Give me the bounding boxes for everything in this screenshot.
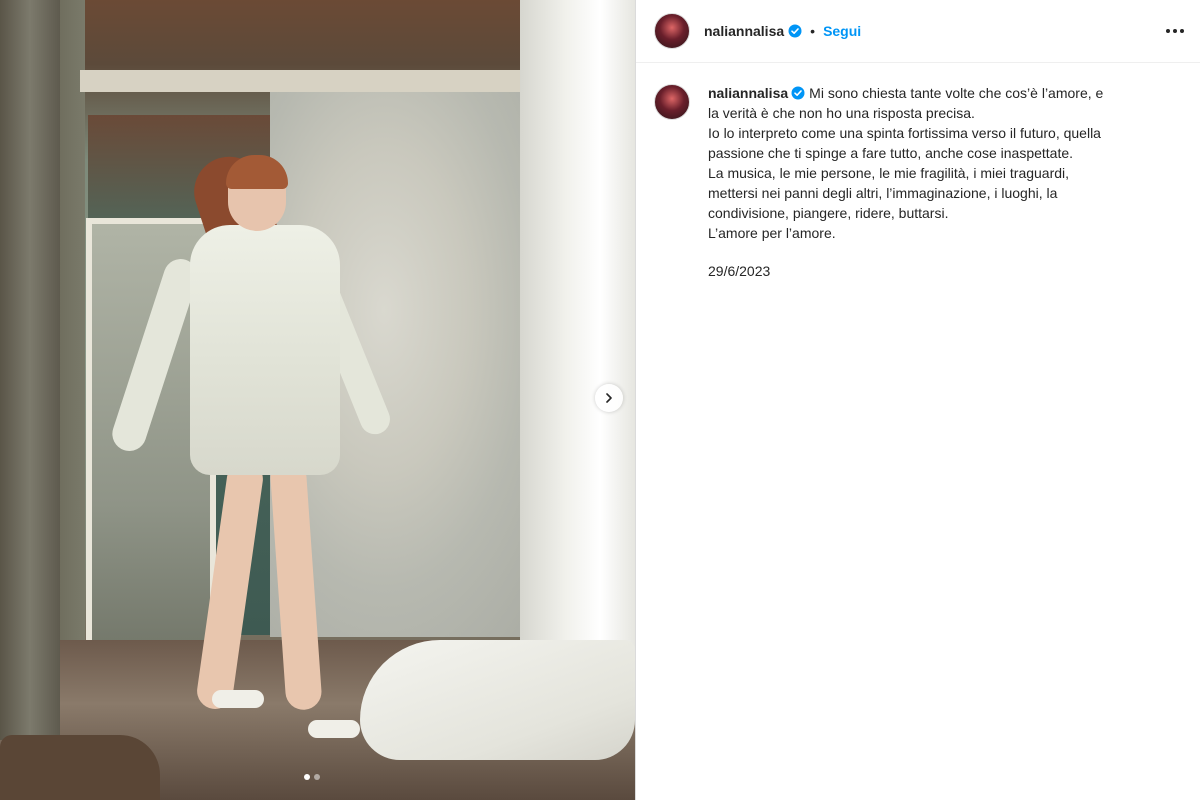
chevron-right-icon <box>606 393 612 403</box>
post-header: naliannalisa • Segui <box>636 0 1200 63</box>
post-viewer: naliannalisa • Segui naliannalisa Mi sono… <box>0 0 1200 800</box>
photo-curtain-left <box>0 0 60 740</box>
post-side-panel: naliannalisa • Segui naliannalisa Mi sono… <box>635 0 1200 800</box>
verified-badge-icon <box>788 24 802 38</box>
photo-curtain-train <box>360 640 635 760</box>
avatar[interactable] <box>654 13 690 49</box>
more-options-icon[interactable] <box>1166 23 1184 39</box>
more-dot <box>1173 29 1177 33</box>
photo-curtain-right <box>520 0 635 700</box>
header-separator: • <box>810 23 816 39</box>
photo-beam <box>80 70 560 92</box>
post-caption: naliannalisa Mi sono chiesta tante volte … <box>636 63 1200 281</box>
caption-username[interactable]: naliannalisa <box>708 85 788 101</box>
post-date[interactable]: 29/6/2023 <box>708 261 1108 281</box>
photo-person <box>107 147 395 745</box>
header-username[interactable]: naliannalisa <box>704 23 784 39</box>
carousel-next-button[interactable] <box>595 384 623 412</box>
caption-body: naliannalisa Mi sono chiesta tante volte … <box>708 83 1108 281</box>
verified-badge-icon <box>791 86 805 100</box>
post-media[interactable] <box>0 0 635 800</box>
caption-text-3: La musica, le mie persone, le mie fragil… <box>708 165 1070 221</box>
carousel-indicator <box>304 774 320 780</box>
photo-person-dress <box>190 225 340 475</box>
caption-line-1: naliannalisa Mi sono chiesta tante volte … <box>708 83 1108 123</box>
caption-text-2: Io lo interpreto come una spinta fortiss… <box>708 125 1101 161</box>
photo-person-shoe-right <box>308 720 360 738</box>
more-dot <box>1180 29 1184 33</box>
caption-text-4: L’amore per l’amore. <box>708 225 836 241</box>
photo-person-leg-right <box>269 459 323 711</box>
carousel-dot-active <box>304 774 310 780</box>
photo-person-leg-left <box>194 458 266 712</box>
follow-button[interactable]: Segui <box>823 23 861 39</box>
carousel-dot <box>314 774 320 780</box>
caption-avatar[interactable] <box>654 84 690 120</box>
more-dot <box>1166 29 1170 33</box>
photo-person-shoe-left <box>212 690 264 708</box>
